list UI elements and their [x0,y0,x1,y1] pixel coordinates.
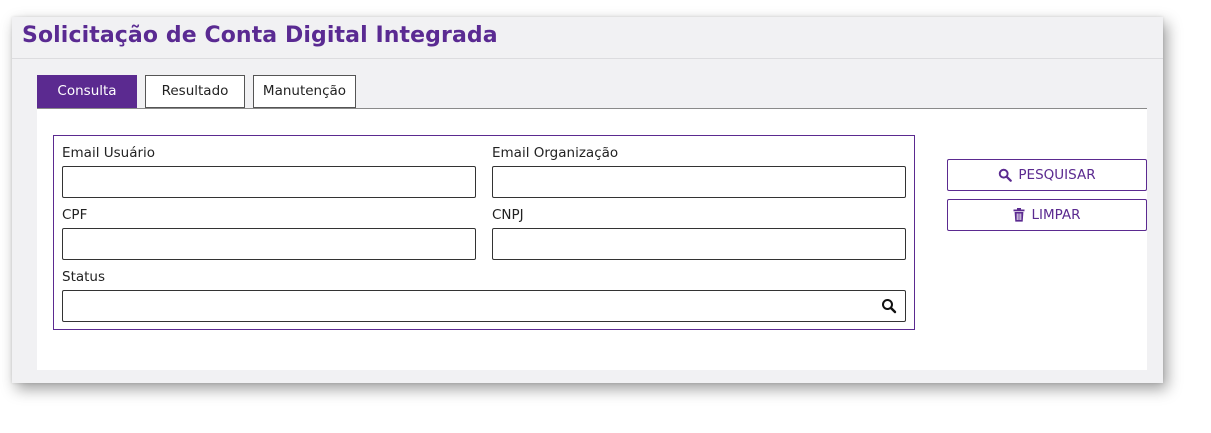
search-filters: Email Usuário Email Organização CPF CNPJ… [53,135,915,330]
search-icon[interactable] [881,298,897,314]
app-window: Solicitação de Conta Digital Integrada C… [12,17,1163,383]
consulta-panel: Email Usuário Email Organização CPF CNPJ… [37,109,1147,370]
trash-icon [1013,208,1025,222]
email-usuario-input[interactable] [62,166,476,198]
pesquisar-button[interactable]: PESQUISAR [947,159,1147,191]
search-icon [998,168,1013,182]
page-title: Solicitação de Conta Digital Integrada [22,23,498,48]
email-organizacao-input[interactable] [492,166,906,198]
title-divider [12,58,1163,59]
cnpj-input[interactable] [492,228,906,260]
email-usuario-label: Email Usuário [62,145,156,161]
status-label: Status [62,269,106,285]
cpf-input[interactable] [62,228,476,260]
tab-resultado[interactable]: Resultado [145,75,245,108]
status-lookup-field[interactable] [62,290,906,322]
tab-manutencao[interactable]: Manutenção [253,75,356,108]
limpar-button[interactable]: LIMPAR [947,199,1147,231]
limpar-label: LIMPAR [1031,207,1081,223]
pesquisar-label: PESQUISAR [1018,167,1096,183]
cnpj-label: CNPJ [492,207,524,223]
email-organizacao-label: Email Organização [492,145,619,161]
cpf-label: CPF [62,207,88,223]
tab-consulta[interactable]: Consulta [37,75,137,108]
